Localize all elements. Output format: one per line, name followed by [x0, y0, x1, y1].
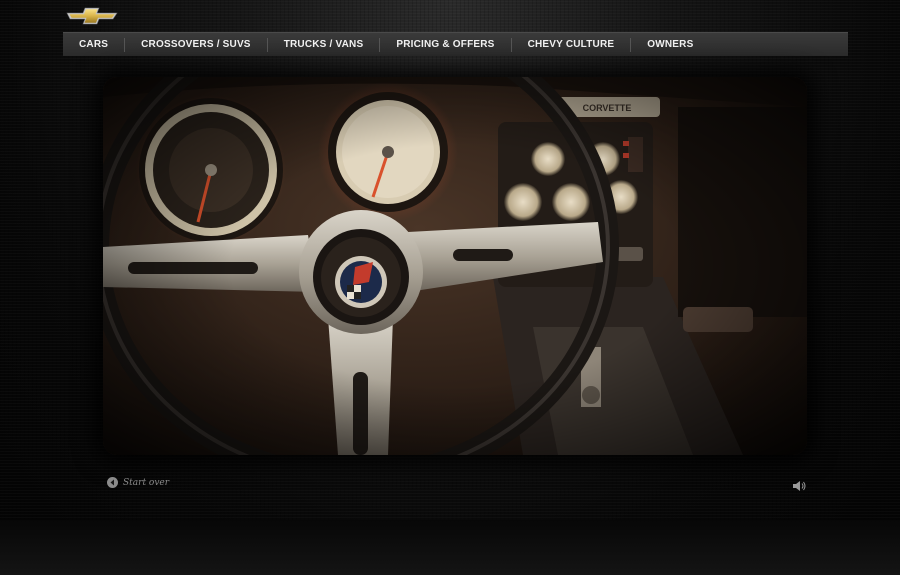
video-player[interactable]: CORVETTE [103, 77, 807, 455]
dash-badge-text: CORVETTE [583, 103, 632, 113]
nav-item-chevy-culture[interactable]: CHEVY CULTURE [512, 37, 632, 52]
video-frame-image: CORVETTE [103, 77, 807, 455]
nav-item-pricing-offers[interactable]: PRICING & OFFERS [380, 37, 512, 52]
page: CARS CROSSOVERS / SUVS TRUCKS / VANS PRI… [0, 0, 900, 575]
bottom-band [0, 520, 900, 575]
speaker-icon[interactable] [792, 480, 806, 492]
start-over-label: Start over [123, 477, 170, 488]
chevrolet-logo[interactable] [66, 6, 118, 26]
nav-item-cars[interactable]: CARS [63, 37, 126, 52]
start-over-button[interactable]: Start over [107, 477, 169, 488]
nav-item-owners[interactable]: OWNERS [631, 38, 709, 52]
nav-item-trucks-vans[interactable]: TRUCKS / VANS [268, 37, 381, 52]
back-arrow-icon [107, 477, 118, 488]
main-navigation: CARS CROSSOVERS / SUVS TRUCKS / VANS PRI… [63, 32, 848, 56]
nav-item-crossovers-suvs[interactable]: CROSSOVERS / SUVS [125, 37, 268, 52]
